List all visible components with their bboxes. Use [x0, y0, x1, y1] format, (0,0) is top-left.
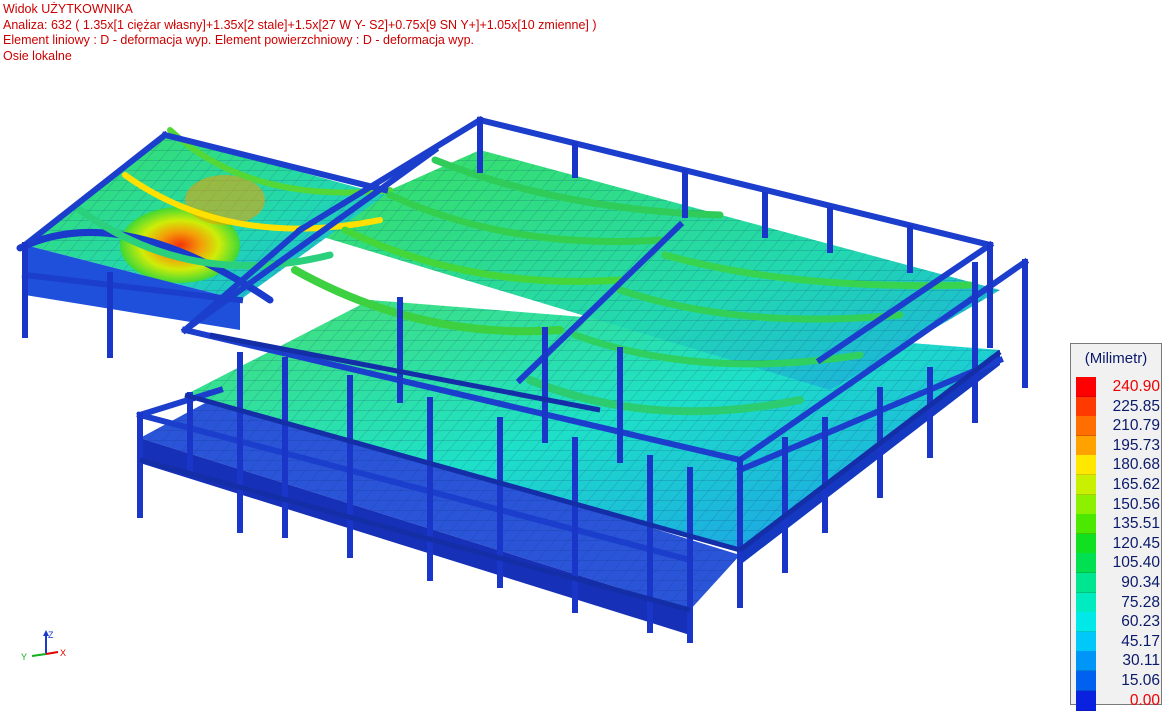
legend-entry: 120.45 [1076, 533, 1160, 554]
legend-value: 60.23 [1121, 613, 1160, 631]
legend-value: 225.85 [1112, 397, 1160, 415]
legend-entry: 210.79 [1076, 416, 1160, 437]
legend-color-swatch [1076, 455, 1096, 476]
legend-color-swatch [1076, 592, 1096, 613]
legend-value: 90.34 [1121, 574, 1160, 591]
legend-value: 150.56 [1112, 495, 1160, 513]
x-axis-arrow [45, 651, 59, 655]
legend-color-swatch [1076, 553, 1096, 574]
y-axis-arrow [31, 653, 47, 657]
legend-value: 75.28 [1121, 593, 1160, 611]
legend-entry: 165.62 [1076, 475, 1160, 495]
legend-color-swatch [1076, 396, 1096, 417]
legend-color-swatch [1076, 573, 1096, 593]
legend-color-swatch [1076, 612, 1096, 633]
legend-value: 15.06 [1121, 672, 1160, 689]
legend-entry: 75.28 [1076, 592, 1160, 613]
y-axis-label: Y [21, 652, 27, 662]
axis-triad-icon: Z Y X [21, 630, 66, 662]
x-axis-label: X [60, 648, 66, 658]
legend-entry: 135.51 [1076, 514, 1160, 535]
element-result-info: Element liniowy : D - deformacja wyp. El… [3, 33, 475, 47]
legend-value: 135.51 [1112, 515, 1160, 533]
legend-entry: 30.11 [1076, 651, 1160, 672]
legend-value: 105.40 [1112, 554, 1160, 572]
legend-color-swatch [1076, 671, 1096, 691]
model-3d-viewport[interactable] [0, 0, 1164, 707]
legend-color-swatch [1076, 416, 1096, 437]
legend-value: 45.17 [1121, 632, 1160, 650]
legend-value: 120.45 [1112, 534, 1160, 552]
legend-entry: 105.40 [1076, 553, 1160, 574]
legend-value: 240.90 [1112, 378, 1160, 395]
legend-color-swatch [1076, 475, 1096, 495]
legend-entry: 15.06 [1076, 671, 1160, 691]
legend-entry: 150.56 [1076, 494, 1160, 515]
color-scale-legend: (Milimetr) 240.90 225.85 210.79 195.73 180.6… [1070, 343, 1162, 711]
legend-color-swatch [1076, 377, 1096, 397]
legend-entry: 225.85 [1076, 396, 1160, 417]
analysis-description: Analiza: 632 ( 1.35x[1 ciężar własny]+1.… [3, 17, 597, 32]
legend-color-swatch [1076, 631, 1096, 652]
legend-entry: 240.90 [1076, 377, 1160, 397]
legend-entry: 60.23 [1076, 612, 1160, 633]
legend-color-swatch [1076, 533, 1096, 554]
legend-color-swatch [1076, 514, 1096, 535]
viewport-header: Widok UŻYTKOWNIKA Analiza: 632 ( 1.35x[1… [3, 2, 597, 64]
legend-unit-label: (Milimetr) [1084, 350, 1148, 367]
legend-value: 180.68 [1112, 456, 1160, 474]
legend-entry: 90.34 [1076, 573, 1160, 593]
legend-value: 165.62 [1112, 476, 1160, 493]
legend-entry: 180.68 [1076, 455, 1160, 476]
legend-entry: 195.73 [1076, 435, 1160, 456]
legend-entry: 0.00 [1076, 690, 1160, 711]
legend-color-swatch [1076, 435, 1096, 456]
view-title: Widok UŻYTKOWNIKA [3, 2, 133, 16]
axes-mode-label: Osie lokalne [3, 48, 72, 63]
legend-color-swatch [1076, 690, 1096, 711]
legend-entry: 45.17 [1076, 631, 1160, 652]
legend-value: 30.11 [1122, 652, 1160, 670]
legend-value: 210.79 [1112, 417, 1160, 435]
legend-color-swatch [1076, 494, 1096, 515]
legend-color-swatch [1076, 651, 1096, 672]
legend-value: 195.73 [1112, 436, 1160, 454]
z-axis-label: Z [48, 630, 54, 640]
